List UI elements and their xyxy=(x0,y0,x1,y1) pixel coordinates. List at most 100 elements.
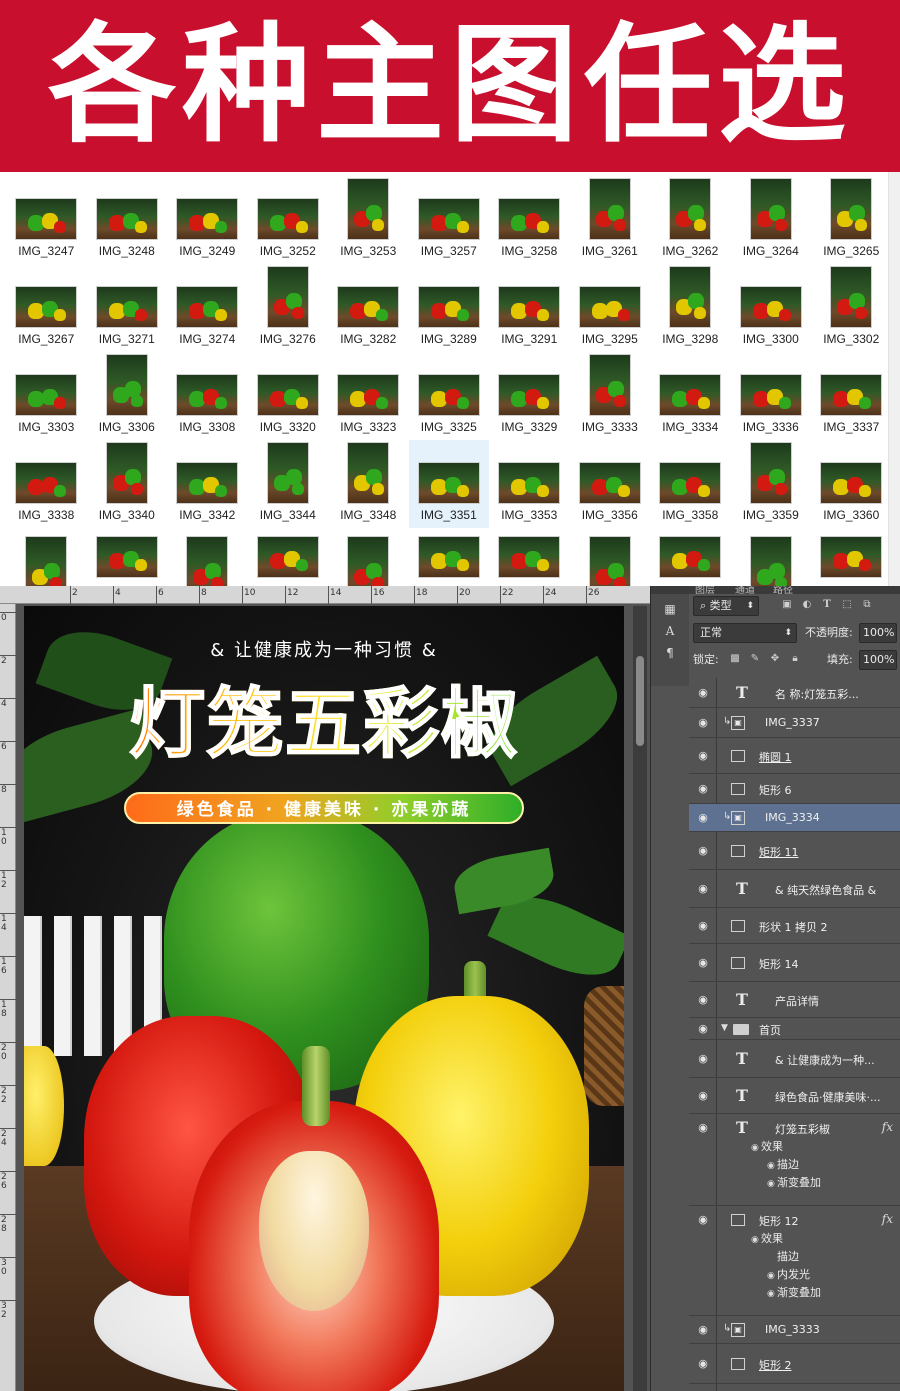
layer-name[interactable]: 产品详情 xyxy=(775,993,819,1009)
file-item[interactable]: IMG_3253 xyxy=(328,176,409,264)
file-item[interactable]: IMG_3359 xyxy=(731,440,812,528)
file-item[interactable]: IMG_3291 xyxy=(489,264,570,352)
file-item[interactable]: IMG_3337 xyxy=(811,352,892,440)
blend-mode-select[interactable]: 正常 ⬍ xyxy=(693,623,797,643)
lock-paint-icon[interactable]: ✎ xyxy=(749,653,761,665)
file-item[interactable]: IMG_3303 xyxy=(6,352,87,440)
file-item[interactable]: IMG_3308 xyxy=(167,352,248,440)
tab-layers[interactable]: 图层 xyxy=(695,586,715,594)
effect-item[interactable]: ◉ 内发光 xyxy=(767,1266,810,1282)
poster-slogan[interactable]: 绿色食品 · 健康美味 · 亦果亦蔬 xyxy=(124,792,524,824)
eye-icon[interactable]: ◉ xyxy=(696,750,710,761)
eye-icon[interactable]: ◉ xyxy=(696,1053,710,1064)
eye-icon[interactable]: ◉ xyxy=(767,1179,777,1189)
layer-row[interactable]: ◉ T 产品详情 xyxy=(689,982,900,1018)
layer-row[interactable]: ◉ 矩形 2 xyxy=(689,1344,900,1384)
eye-icon[interactable]: ◉ xyxy=(696,1023,710,1034)
effect-item[interactable]: ◉ 描边 xyxy=(767,1156,799,1172)
file-item[interactable]: IMG_3333 xyxy=(570,352,651,440)
fx-icon[interactable]: fx xyxy=(882,1120,893,1134)
layer-row[interactable]: ◉ T 名 称:灯笼五彩... xyxy=(689,678,900,708)
file-item[interactable]: IMG_3356 xyxy=(570,440,651,528)
lock-all-icon[interactable]: 🔒︎ xyxy=(789,653,801,665)
filter-adjustment-icon[interactable]: ◐ xyxy=(801,599,813,611)
file-item[interactable]: IMG_3351 xyxy=(408,440,489,528)
file-item[interactable]: IMG_3267 xyxy=(6,264,87,352)
eye-icon[interactable]: ◉ xyxy=(767,1271,777,1281)
eye-icon[interactable]: ◉ xyxy=(696,920,710,931)
eye-icon[interactable]: ◉ xyxy=(751,1235,761,1245)
file-item[interactable]: IMG_3323 xyxy=(328,352,409,440)
file-item[interactable]: IMG_3295 xyxy=(570,264,651,352)
eye-icon[interactable]: ◉ xyxy=(767,1161,777,1171)
eye-icon[interactable]: ◉ xyxy=(767,1289,777,1299)
lock-move-icon[interactable]: ✥ xyxy=(769,653,781,665)
file-item[interactable] xyxy=(811,528,892,586)
layer-name[interactable]: & 让健康成为一种... xyxy=(775,1052,875,1068)
eye-icon[interactable]: ◉ xyxy=(696,883,710,894)
file-item[interactable]: IMG_3358 xyxy=(650,440,731,528)
file-item[interactable]: IMG_3247 xyxy=(6,176,87,264)
file-item[interactable]: IMG_3252 xyxy=(248,176,329,264)
layer-name[interactable]: 绿色食品·健康美味·... xyxy=(775,1089,880,1105)
effect-item[interactable]: ◉ 渐变叠加 xyxy=(767,1284,821,1300)
horizontal-ruler[interactable]: 2 4 6 8 10 12 14 16 18 20 22 24 26 xyxy=(0,586,650,604)
paragraph-tool-icon[interactable]: ¶ xyxy=(661,644,679,662)
file-item[interactable]: IMG_3334 xyxy=(650,352,731,440)
layer-name[interactable]: IMG_3334 xyxy=(765,811,820,824)
eye-icon[interactable]: ◉ xyxy=(696,1090,710,1101)
layer-name[interactable]: IMG_3333 xyxy=(765,1323,820,1336)
chevron-down-icon[interactable]: ▼ xyxy=(721,1023,728,1033)
file-item[interactable]: IMG_3264 xyxy=(731,176,812,264)
eye-icon[interactable]: ◉ xyxy=(751,1143,761,1153)
filter-smart-object-icon[interactable]: ⧉ xyxy=(861,599,873,611)
poster-title[interactable]: 灯笼五彩椒 xyxy=(24,674,624,774)
filter-kind-select[interactable]: ⌕ 类型 ⬍ xyxy=(693,596,759,616)
file-item[interactable]: IMG_3329 xyxy=(489,352,570,440)
file-item[interactable] xyxy=(409,528,490,586)
layer-row[interactable]: ◉ T 灯笼五彩椒 fx ◉ 效果 ◉ 描边 ◉ 渐变叠加 xyxy=(689,1114,900,1206)
file-item[interactable] xyxy=(650,528,731,586)
lock-transparency-icon[interactable]: ▩ xyxy=(729,653,741,665)
file-item[interactable] xyxy=(167,528,248,586)
layer-row[interactable]: ◉ T 绿色食品·健康美味·... xyxy=(689,1078,900,1114)
file-item[interactable]: IMG_3289 xyxy=(409,264,490,352)
layers-tool-icon[interactable]: ▦ xyxy=(661,600,679,618)
file-item[interactable]: IMG_3261 xyxy=(570,176,651,264)
layer-name[interactable]: IMG_3337 xyxy=(765,716,820,729)
fx-icon[interactable]: fx xyxy=(882,1212,893,1226)
layer-row[interactable]: ◉ ↳ ▣ IMG_3337 xyxy=(689,708,900,738)
tab-channels[interactable]: 通道 xyxy=(735,586,755,594)
canvas-scrollbar[interactable] xyxy=(633,606,647,1391)
eye-icon[interactable]: ◉ xyxy=(696,1122,710,1133)
file-item[interactable]: IMG_3274 xyxy=(167,264,248,352)
layer-row[interactable]: ◉ 形状 1 拷贝 2 xyxy=(689,908,900,944)
layer-name[interactable]: 灯笼五彩椒 xyxy=(775,1121,830,1137)
layer-name[interactable]: 矩形 14 xyxy=(759,956,799,972)
file-item[interactable]: IMG_3262 xyxy=(650,176,731,264)
layer-row[interactable]: ◉ 矩形 14 xyxy=(689,944,900,982)
poster-subtitle[interactable]: & 让健康成为一种习惯 & xyxy=(24,636,624,662)
scrollbar-thumb[interactable] xyxy=(636,656,644,746)
layer-row[interactable]: ◉ T & 让健康成为一种... xyxy=(689,1040,900,1078)
type-tool-icon[interactable]: A xyxy=(661,622,679,640)
layer-row[interactable]: ◉ ↳ ▣ IMG_3333 xyxy=(689,1316,900,1344)
eye-icon[interactable]: ◉ xyxy=(696,845,710,856)
file-item[interactable]: IMG_3249 xyxy=(167,176,248,264)
layer-row[interactable]: ◉ ▼ 首页 xyxy=(689,1018,900,1040)
file-item[interactable]: IMG_3298 xyxy=(650,264,731,352)
file-item[interactable]: IMG_3300 xyxy=(731,264,812,352)
file-item[interactable] xyxy=(328,528,409,586)
eye-icon[interactable]: ◉ xyxy=(696,812,710,823)
file-item[interactable]: IMG_3342 xyxy=(167,440,248,528)
filter-shape-icon[interactable]: ⬚ xyxy=(841,599,853,611)
layer-name[interactable]: 名 称:灯笼五彩... xyxy=(775,686,859,702)
file-item[interactable]: IMG_3340 xyxy=(87,440,168,528)
layer-name[interactable]: 矩形 2 xyxy=(759,1357,792,1373)
file-item[interactable]: IMG_3344 xyxy=(248,440,329,528)
eye-icon[interactable]: ◉ xyxy=(696,1324,710,1335)
document-canvas[interactable]: & 让健康成为一种习惯 & 灯笼五彩椒 绿色食品 · 健康美味 · 亦果亦蔬 xyxy=(24,606,624,1391)
file-item[interactable]: IMG_3276 xyxy=(248,264,329,352)
file-item[interactable]: IMG_3257 xyxy=(409,176,490,264)
tab-paths[interactable]: 路径 xyxy=(773,586,793,594)
